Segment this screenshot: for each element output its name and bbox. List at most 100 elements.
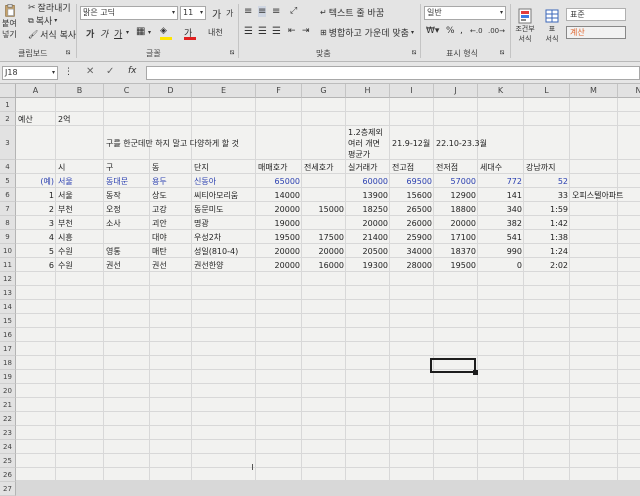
italic-button[interactable]: 가 xyxy=(100,27,108,40)
data-cell[interactable]: 19500 xyxy=(434,258,478,272)
row-header-22[interactable]: 22 xyxy=(0,412,16,426)
row-header-5[interactable]: 5 xyxy=(0,174,16,188)
style-normal[interactable]: 표준 xyxy=(566,8,626,21)
data-cell[interactable]: 권선 xyxy=(104,258,150,272)
dialog-launcher-icon[interactable]: ⧅ xyxy=(66,48,70,57)
data-cell[interactable]: 20000 xyxy=(256,202,302,216)
align-center-icon[interactable]: ☰ xyxy=(258,26,267,37)
more-options-icon[interactable]: ⋮ xyxy=(64,67,73,77)
row-header-23[interactable]: 23 xyxy=(0,426,16,440)
data-cell[interactable]: 성일(810-4) xyxy=(192,244,256,258)
chevron-down-icon[interactable]: ▾ xyxy=(126,29,129,36)
formula-input[interactable] xyxy=(146,66,640,80)
column-header-l[interactable]: L xyxy=(524,84,570,98)
data-cell[interactable]: 541 xyxy=(478,230,524,244)
data-cell[interactable]: 15000 xyxy=(302,202,346,216)
data-cell[interactable]: 16000 xyxy=(302,258,346,272)
header-cell[interactable]: 강남까지 xyxy=(524,160,570,174)
dialog-launcher-icon[interactable]: ⧅ xyxy=(500,48,504,57)
data-cell[interactable]: 1 xyxy=(16,188,56,202)
font-color-button[interactable]: 가 xyxy=(184,26,198,40)
data-cell[interactable]: 20000 xyxy=(302,244,346,258)
row-header-13[interactable]: 13 xyxy=(0,286,16,300)
data-cell[interactable]: 141 xyxy=(478,188,524,202)
column-header-k[interactable]: K xyxy=(478,84,524,98)
style-calculation[interactable]: 계산 xyxy=(566,26,626,39)
data-cell[interactable]: 17100 xyxy=(434,230,478,244)
row-header-19[interactable]: 19 xyxy=(0,370,16,384)
data-cell[interactable]: 990 xyxy=(478,244,524,258)
data-cell[interactable]: 권선한양 xyxy=(192,258,256,272)
font-size-select[interactable]: 11 ▾ xyxy=(180,6,206,20)
dialog-launcher-icon[interactable]: ⧅ xyxy=(412,48,416,57)
cell-period-high[interactable]: 21.9-12월 xyxy=(390,126,434,160)
header-cell[interactable]: 시 xyxy=(56,160,104,174)
column-header-j[interactable]: J xyxy=(434,84,478,98)
data-cell[interactable]: 65000 xyxy=(256,174,302,188)
row-header-21[interactable]: 21 xyxy=(0,398,16,412)
data-cell[interactable]: 13900 xyxy=(346,188,390,202)
row-header-27[interactable]: 27 xyxy=(0,482,16,496)
merge-center-button[interactable]: ⊞ 병합하고 가운데 맞춤 ▾ xyxy=(320,26,414,39)
column-header-d[interactable]: D xyxy=(150,84,192,98)
data-cell[interactable]: 동대문 xyxy=(104,174,150,188)
data-cell[interactable]: 20000 xyxy=(346,216,390,230)
row-header-11[interactable]: 11 xyxy=(0,258,16,272)
data-cell[interactable]: 2 xyxy=(16,202,56,216)
header-cell[interactable]: 전저점 xyxy=(434,160,478,174)
data-cell[interactable]: 382 xyxy=(478,216,524,230)
header-cell[interactable]: 매매호가 xyxy=(256,160,302,174)
data-cell[interactable]: 18800 xyxy=(434,202,478,216)
header-cell[interactable]: 실거래가 xyxy=(346,160,390,174)
currency-icon[interactable]: ₩▾ xyxy=(426,26,439,36)
data-cell[interactable]: 1:42 xyxy=(524,216,570,230)
fill-color-button[interactable]: ◈ xyxy=(160,26,174,40)
row-header-14[interactable]: 14 xyxy=(0,300,16,314)
select-all-corner[interactable] xyxy=(0,84,16,98)
data-cell[interactable]: 수원 xyxy=(56,258,104,272)
cut-button[interactable]: ✂ 잘라내기 xyxy=(28,2,71,15)
number-format-select[interactable]: 일반 ▾ xyxy=(424,6,506,20)
data-cell[interactable]: 19300 xyxy=(346,258,390,272)
column-header-f[interactable]: F xyxy=(256,84,302,98)
enter-icon[interactable]: ✓ xyxy=(106,66,114,77)
data-cell[interactable]: 14000 xyxy=(256,188,302,202)
cell-budget-value[interactable]: 2억 xyxy=(56,112,104,126)
data-cell[interactable]: 명광 xyxy=(192,216,256,230)
data-cell[interactable]: 69500 xyxy=(390,174,434,188)
wrap-text-button[interactable]: ↵ 텍스트 줄 바꿈 xyxy=(320,6,384,19)
data-cell[interactable]: 26000 xyxy=(390,216,434,230)
align-top-icon[interactable]: ≡ xyxy=(244,6,252,17)
data-cell[interactable]: 340 xyxy=(478,202,524,216)
format-as-table-button[interactable]: 표 서식 xyxy=(540,4,564,48)
cell-note[interactable]: 구를 한군데만 하지 말고 다양하게 할 것 xyxy=(104,126,239,160)
phonetic-button[interactable]: 내천 xyxy=(208,27,223,38)
cancel-icon[interactable]: ✕ xyxy=(86,66,94,77)
data-cell[interactable]: 오피스텔아파트 xyxy=(570,188,640,202)
row-header-8[interactable]: 8 xyxy=(0,216,16,230)
row-header-10[interactable]: 10 xyxy=(0,244,16,258)
header-cell[interactable]: 동 xyxy=(150,160,192,174)
header-cell[interactable]: 전세호가 xyxy=(302,160,346,174)
data-cell[interactable]: (예) xyxy=(16,174,56,188)
row-header-3[interactable]: 3 xyxy=(0,126,16,160)
data-cell[interactable]: 12900 xyxy=(434,188,478,202)
data-cell[interactable]: 오정 xyxy=(104,202,150,216)
cell-period-low[interactable]: 22.10-23.3월 xyxy=(434,126,487,160)
data-cell[interactable]: 고강 xyxy=(150,202,192,216)
data-cell[interactable]: 20500 xyxy=(346,244,390,258)
data-cell[interactable]: 신동아 xyxy=(192,174,256,188)
row-header-7[interactable]: 7 xyxy=(0,202,16,216)
data-cell[interactable]: 18250 xyxy=(346,202,390,216)
data-cell[interactable]: 부천 xyxy=(56,202,104,216)
data-cell[interactable]: 15600 xyxy=(390,188,434,202)
percent-button[interactable]: % xyxy=(446,26,455,36)
orientation-icon[interactable]: ⤢ xyxy=(290,6,297,16)
data-cell[interactable]: 20000 xyxy=(434,216,478,230)
align-middle-icon[interactable]: ≡ xyxy=(258,6,267,17)
cell-budget-label[interactable]: 예산 xyxy=(16,112,56,126)
data-cell[interactable]: 1:59 xyxy=(524,202,570,216)
format-painter-button[interactable]: 🖌 서식 복사 xyxy=(28,29,76,41)
row-header-1[interactable]: 1 xyxy=(0,98,16,112)
data-cell[interactable]: 매탄 xyxy=(150,244,192,258)
